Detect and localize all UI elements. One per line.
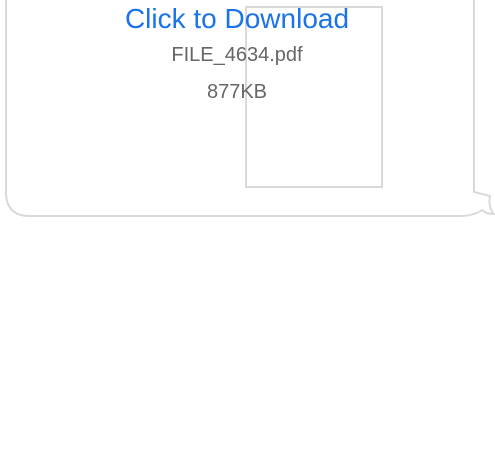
message-thread: Click to Download FILE_4634.pdf 877KB	[0, 0, 495, 461]
file-size: 877KB	[206, 81, 268, 103]
file-name: FILE_4634.pdf	[171, 44, 303, 66]
download-link[interactable]: Click to Download	[0, 0, 474, 38]
